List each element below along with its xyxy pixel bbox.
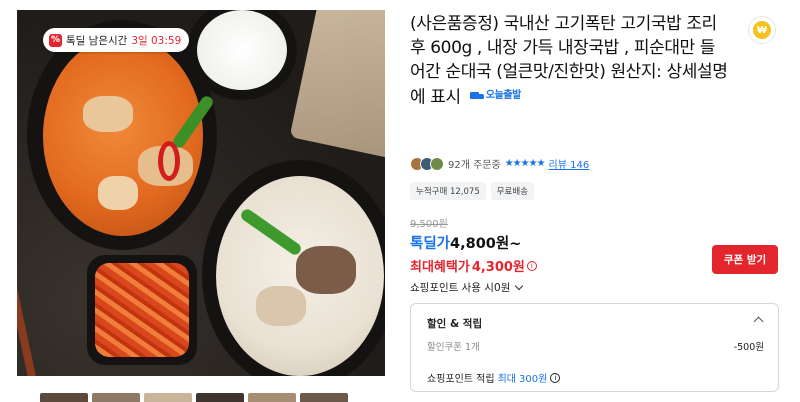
points-use-label: 쇼핑포인트 사용 시0원 [410, 282, 511, 294]
thumbnail[interactable] [196, 393, 244, 402]
chive-garnish [238, 207, 304, 257]
meat-piece [83, 96, 133, 132]
delivery-badge-label: 오늘출발 [485, 90, 522, 101]
meat-piece [296, 246, 356, 294]
meat-piece [256, 286, 306, 326]
thumbnail[interactable] [144, 393, 192, 402]
deal-price-label: 톡딜가 [410, 236, 451, 252]
thumbnail[interactable] [248, 393, 296, 402]
coupon-value: -500원 [733, 342, 764, 353]
timer-label: 톡딜 남은시간 [66, 34, 128, 47]
product-page: % 톡딜 남은시간 3일 03:59 (사은품증정) 국내산 고기폭탄 고기국밥… [0, 0, 800, 402]
review-summary: 92개 주문중 ★★★★★ 리뷰 146 [410, 156, 589, 171]
discount-and-points-panel: 할인 & 적립 할인쿠폰 1개 -500원 쇼핑포인트 적립 최대 300원 i [410, 303, 779, 392]
meat-piece [98, 176, 138, 210]
tag-free-shipping: 무료배송 [490, 182, 535, 200]
thumbnail[interactable] [300, 393, 348, 402]
product-title: (사은품증정) 국내산 고기폭탄 고기국밥 조리후 600g , 내장 가득 내… [410, 12, 730, 110]
thumbnail-strip [40, 393, 348, 402]
buyer-avatars [410, 156, 444, 171]
get-coupon-button[interactable]: 쿠폰 받기 [712, 245, 778, 274]
thumbnail[interactable] [92, 393, 140, 402]
avatar [430, 156, 444, 171]
info-icon[interactable]: i [550, 372, 561, 383]
order-count: 92개 주문중 [448, 160, 501, 171]
original-price: 9,500원 [410, 219, 448, 230]
product-title-text: (사은품증정) 국내산 고기폭탄 고기국밥 조리후 600g , 내장 가득 내… [410, 14, 728, 108]
chevron-down-icon [515, 281, 524, 290]
coin-icon: ₩ [753, 21, 771, 39]
points-earn-row: 쇼핑포인트 적립 최대 300원 i [427, 370, 561, 385]
truck-icon [469, 91, 484, 101]
points-earn-label: 쇼핑포인트 적립 [427, 374, 495, 385]
tag-purchase-count: 누적구매 12,075 [410, 182, 486, 200]
percent-icon: % [49, 33, 62, 47]
best-price: 최대혜택가 4,300원 i [410, 256, 537, 275]
today-delivery-badge: 오늘출발 [469, 84, 522, 108]
thumbnail[interactable] [40, 393, 88, 402]
spicy-soup [43, 36, 216, 236]
product-tags: 누적구매 12,075 무료배송 [410, 182, 535, 200]
rice [197, 10, 287, 90]
best-price-label: 최대혜택가 [410, 260, 470, 275]
best-price-value: 4,300원 [471, 260, 525, 275]
info-icon[interactable]: i [526, 260, 537, 271]
kimchi-bowl [87, 255, 197, 365]
product-image[interactable]: % 톡딜 남은시간 3일 03:59 [17, 10, 385, 376]
discount-panel-title[interactable]: 할인 & 적립 [427, 316, 482, 331]
points-earn-prefix: 최대 [497, 374, 516, 385]
chevron-up-icon[interactable] [753, 316, 764, 327]
deal-timer-badge: % 톡딜 남은시간 3일 03:59 [43, 28, 190, 52]
points-use-dropdown[interactable]: 쇼핑포인트 사용 시0원 [410, 280, 524, 295]
coupon-label: 할인쿠폰 1개 [427, 342, 480, 353]
timer-value: 3일 03:59 [131, 34, 182, 47]
coin-button[interactable]: ₩ [748, 16, 776, 44]
deal-price-value: 4,800원~ [450, 236, 522, 252]
points-earn-value: 300원 [519, 374, 548, 385]
spicy-soup-bowl [27, 20, 217, 250]
star-rating: ★★★★★ [504, 158, 546, 169]
review-link[interactable]: 리뷰 146 [549, 156, 590, 171]
kimchi [95, 263, 189, 357]
pepper-garnish [158, 141, 180, 181]
white-soup [216, 176, 384, 376]
deal-price: 톡딜가4,800원~ [410, 232, 521, 253]
chive-garnish [170, 93, 216, 151]
